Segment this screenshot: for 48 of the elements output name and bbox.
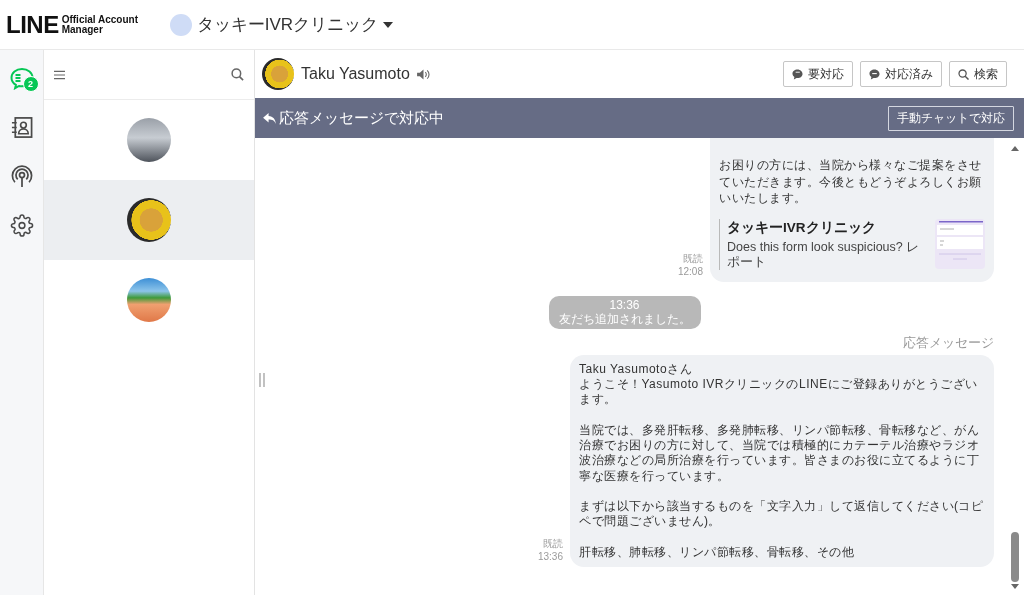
- manual-chat-button[interactable]: 手動チャットで対応: [888, 105, 1014, 131]
- message-text: ようこそ！Yasumoto IVRクリニックのLINEにご登録ありがとうございます。: [579, 376, 979, 408]
- read-status: 既読: [683, 251, 703, 265]
- contact-name: Taku Yasumoto: [301, 65, 410, 83]
- broadcast-icon: [9, 165, 34, 188]
- speech-bubble-icon: [869, 68, 880, 80]
- speech-bubble-icon: [792, 68, 803, 80]
- reply-arrow-icon: [263, 112, 276, 124]
- auto-reply-label: 応答メッセージ: [903, 333, 994, 352]
- status-button[interactable]: 対応済み: [860, 61, 942, 87]
- contacts-icon: [9, 116, 34, 139]
- nav-button[interactable]: [8, 213, 35, 238]
- scroll-down-icon[interactable]: [1011, 584, 1019, 589]
- unread-badge: 2: [22, 76, 39, 92]
- card-description: Does this form look suspicious? レポート: [727, 239, 921, 270]
- message-text: Taku Yasumotoさん: [579, 361, 694, 377]
- resize-handle-icon[interactable]: [259, 373, 265, 387]
- search-icon[interactable]: [231, 68, 244, 81]
- message-text: お困りの方には、当院から様々なご提案をさせていただきます。今後ともどうぞよろしくお願いいたします。: [719, 157, 983, 207]
- account-name[interactable]: タッキーIVRクリニック: [196, 13, 378, 36]
- avatar-photo: [127, 278, 171, 322]
- system-time: 13:36: [609, 297, 640, 312]
- scrollbar-thumb[interactable]: [1011, 532, 1019, 582]
- avatar-photo: [127, 118, 171, 162]
- message-text: 当院では、多発肝転移、多発肺転移、リンパ節転移、骨転移など、がん治療でお困りの方に対して、当院では積極的にカテーテル治療やラジオ波治療などの局所治療を行っています。皆さまのお役に立てるように丁寧な医療を行っています。: [579, 422, 980, 484]
- menu-icon[interactable]: [54, 69, 65, 80]
- chat-icon: [9, 67, 34, 90]
- avatar-photo: [127, 198, 171, 242]
- scroll-up-icon[interactable]: [1011, 146, 1019, 151]
- logo-wordmark: LINE: [6, 12, 59, 37]
- form-preview-drawing: [935, 218, 985, 269]
- system-text: 友だち追加されました。: [558, 312, 691, 327]
- status-button[interactable]: 要対応: [783, 61, 853, 87]
- contact-avatar: [262, 58, 294, 90]
- logo-subtitle: Official Account Manager: [61, 14, 139, 35]
- message-text: まずは以下から該当するものを「文字入力」して返信してください(コピペで問題ございません)。: [579, 499, 985, 530]
- link-preview-card[interactable]: タッキーIVRクリニック Does this form look suspicious? レポート: [719, 218, 985, 270]
- message-time: 13:36: [537, 550, 563, 564]
- search-button[interactable]: 検索: [949, 61, 1007, 87]
- message-text: 肝転移、肺転移、リンパ節転移、骨転移、その他: [579, 545, 855, 561]
- settings-icon: [9, 214, 34, 237]
- speaker-icon[interactable]: [416, 68, 430, 80]
- caret-icon[interactable]: [383, 21, 393, 28]
- message-time: 12:08: [677, 264, 703, 278]
- banner-status-text: 応答メッセージで対応中: [279, 108, 444, 128]
- read-status: 既読: [543, 537, 563, 551]
- card-title: タッキーIVRクリニック: [727, 218, 877, 237]
- search-icon: [958, 68, 969, 80]
